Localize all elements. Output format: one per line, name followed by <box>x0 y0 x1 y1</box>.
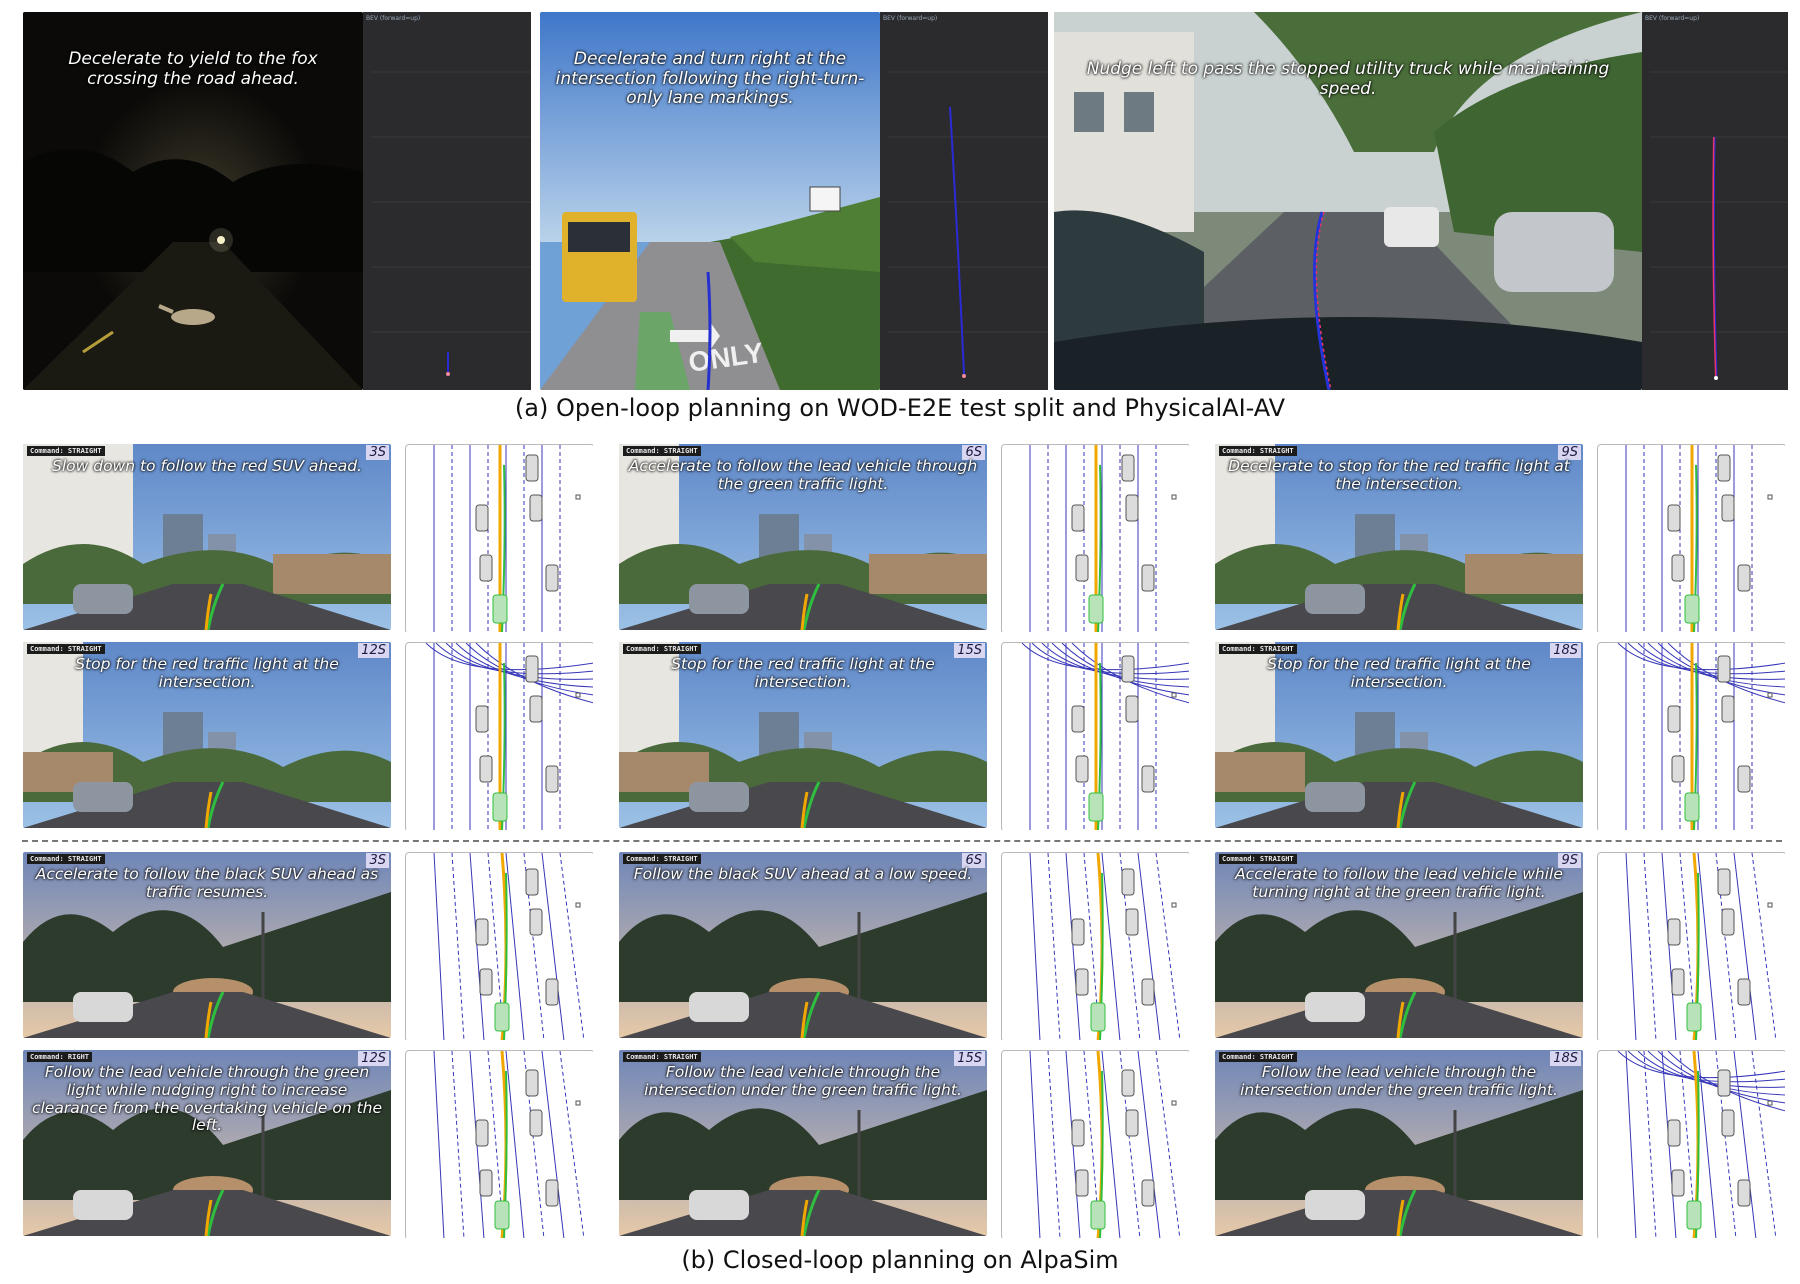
closed-loop-panel: Command: STRAIGHT 9S Decelerate to stop fo… <box>1215 444 1785 632</box>
camera-view-night: Decelerate to yield to the fox crossing … <box>23 12 363 390</box>
frame-caption: Decelerate to stop for the red traffic l… <box>1228 457 1570 493</box>
panel-caption: Nudge left to pass the stopped utility t… <box>1086 59 1610 99</box>
camera-view: Command: STRAIGHT 6S Follow the black SUV … <box>619 852 987 1038</box>
bev-map <box>1001 852 1189 1040</box>
bev-label: BEV (forward=up) <box>366 15 421 22</box>
bev-map <box>1597 642 1785 830</box>
command-badge: Command: STRAIGHT <box>623 854 701 864</box>
command-badge: Command: STRAIGHT <box>27 644 105 654</box>
command-badge: Command: STRAIGHT <box>1219 1052 1297 1062</box>
open-loop-panel-1: Decelerate to yield to the fox crossing … <box>23 12 531 390</box>
camera-view: Command: STRAIGHT 3S Accelerate to follow … <box>23 852 391 1038</box>
closed-loop-panel: Command: STRAIGHT 3S Slow down to follow t… <box>23 444 593 632</box>
command-badge: Command: STRAIGHT <box>1219 644 1297 654</box>
closed-loop-panel: Command: STRAIGHT 18S Stop for the red tra… <box>1215 642 1785 830</box>
camera-view: Command: STRAIGHT 18S Stop for the red tra… <box>1215 642 1583 828</box>
frame-caption: Stop for the red traffic light at the in… <box>75 655 339 691</box>
command-badge: Command: RIGHT <box>27 1052 93 1062</box>
section-b-title: (b) Closed-loop planning on AlpaSim <box>681 1246 1119 1274</box>
command-badge: Command: STRAIGHT <box>623 644 701 654</box>
frame-caption: Follow the lead vehicle through the inte… <box>644 1063 962 1099</box>
frame-caption: Follow the black SUV ahead at a low spee… <box>633 865 973 883</box>
closed-loop-panel: Command: STRAIGHT 9S Accelerate to follow … <box>1215 852 1785 1040</box>
bev-plot: BEV (forward=up) <box>1642 12 1788 390</box>
frame-caption: Accelerate to follow the lead vehicle wh… <box>1235 865 1563 901</box>
command-badge: Command: STRAIGHT <box>27 446 105 456</box>
frame-caption: Follow the lead vehicle through the inte… <box>1240 1063 1558 1099</box>
panel-caption: Decelerate to yield to the fox crossing … <box>68 49 318 89</box>
bev-plot: BEV (forward=up) <box>880 12 1048 390</box>
bev-map <box>1001 642 1189 830</box>
frame-caption: Slow down to follow the red SUV ahead. <box>52 457 362 475</box>
closed-loop-panel: Command: STRAIGHT 3S Accelerate to follow … <box>23 852 593 1040</box>
frame-caption: Accelerate to follow the black SUV ahead… <box>35 865 379 901</box>
camera-view: Command: STRAIGHT 9S Accelerate to follow … <box>1215 852 1583 1038</box>
frame-caption: Stop for the red traffic light at the in… <box>1267 655 1531 691</box>
bev-map <box>405 444 593 632</box>
frame-caption: Accelerate to follow the lead vehicle th… <box>628 457 978 493</box>
closed-loop-panel: Command: STRAIGHT 18S Follow the lead vehi… <box>1215 1050 1785 1238</box>
bev-map <box>1597 852 1785 1040</box>
camera-view-bus: ONLY Decelerate and turn right at the in… <box>540 12 880 390</box>
command-badge: Command: STRAIGHT <box>623 446 701 456</box>
bev-map <box>405 642 593 830</box>
bev-label: BEV (forward=up) <box>883 15 938 22</box>
camera-view: Command: STRAIGHT 3S Slow down to follow t… <box>23 444 391 630</box>
command-badge: Command: STRAIGHT <box>1219 446 1297 456</box>
closed-loop-panel: Command: STRAIGHT 6S Accelerate to follow … <box>619 444 1189 632</box>
camera-view: Command: STRAIGHT 18S Follow the lead vehi… <box>1215 1050 1583 1236</box>
bev-map <box>1597 444 1785 632</box>
bev-map <box>1597 1050 1785 1238</box>
command-badge: Command: STRAIGHT <box>27 854 105 864</box>
camera-view-street: Nudge left to pass the stopped utility t… <box>1054 12 1642 390</box>
closed-loop-panel: Command: RIGHT 12S Follow the lead vehicle… <box>23 1050 593 1238</box>
bev-map <box>1001 444 1189 632</box>
camera-view: Command: STRAIGHT 6S Accelerate to follow … <box>619 444 987 630</box>
bev-plot: BEV (forward=up) <box>363 12 531 390</box>
camera-view: Command: STRAIGHT 15S Stop for the red tra… <box>619 642 987 828</box>
closed-loop-panel: Command: STRAIGHT 15S Stop for the red tra… <box>619 642 1189 830</box>
bev-map <box>405 1050 593 1238</box>
bev-grid <box>371 71 531 376</box>
camera-view: Command: STRAIGHT 9S Decelerate to stop fo… <box>1215 444 1583 630</box>
closed-loop-panel: Command: STRAIGHT 12S Stop for the red tra… <box>23 642 593 830</box>
frame-caption: Follow the lead vehicle through the gree… <box>31 1063 383 1135</box>
command-badge: Command: STRAIGHT <box>623 1052 701 1062</box>
closed-loop-panel: Command: STRAIGHT 6S Follow the black SUV … <box>619 852 1189 1040</box>
bev-map <box>1001 1050 1189 1238</box>
camera-view: Command: RIGHT 12S Follow the lead vehicle… <box>23 1050 391 1236</box>
section-a-title: (a) Open-loop planning on WOD-E2E test s… <box>514 394 1286 422</box>
frame-caption: Stop for the red traffic light at the in… <box>671 655 935 691</box>
camera-view: Command: STRAIGHT 15S Follow the lead vehi… <box>619 1050 987 1236</box>
section-divider <box>22 840 1782 842</box>
panel-caption: Decelerate and turn right at the interse… <box>555 49 865 109</box>
camera-view: Command: STRAIGHT 12S Stop for the red tra… <box>23 642 391 828</box>
closed-loop-panel: Command: STRAIGHT 15S Follow the lead vehi… <box>619 1050 1189 1238</box>
open-loop-panel-3: Nudge left to pass the stopped utility t… <box>1054 12 1788 390</box>
command-badge: Command: STRAIGHT <box>1219 854 1297 864</box>
bev-grid <box>888 71 1048 378</box>
bev-label: BEV (forward=up) <box>1645 15 1700 22</box>
open-loop-panel-2: ONLY Decelerate and turn right at the in… <box>540 12 1048 390</box>
bev-map <box>405 852 593 1040</box>
bev-grid <box>1650 71 1788 380</box>
